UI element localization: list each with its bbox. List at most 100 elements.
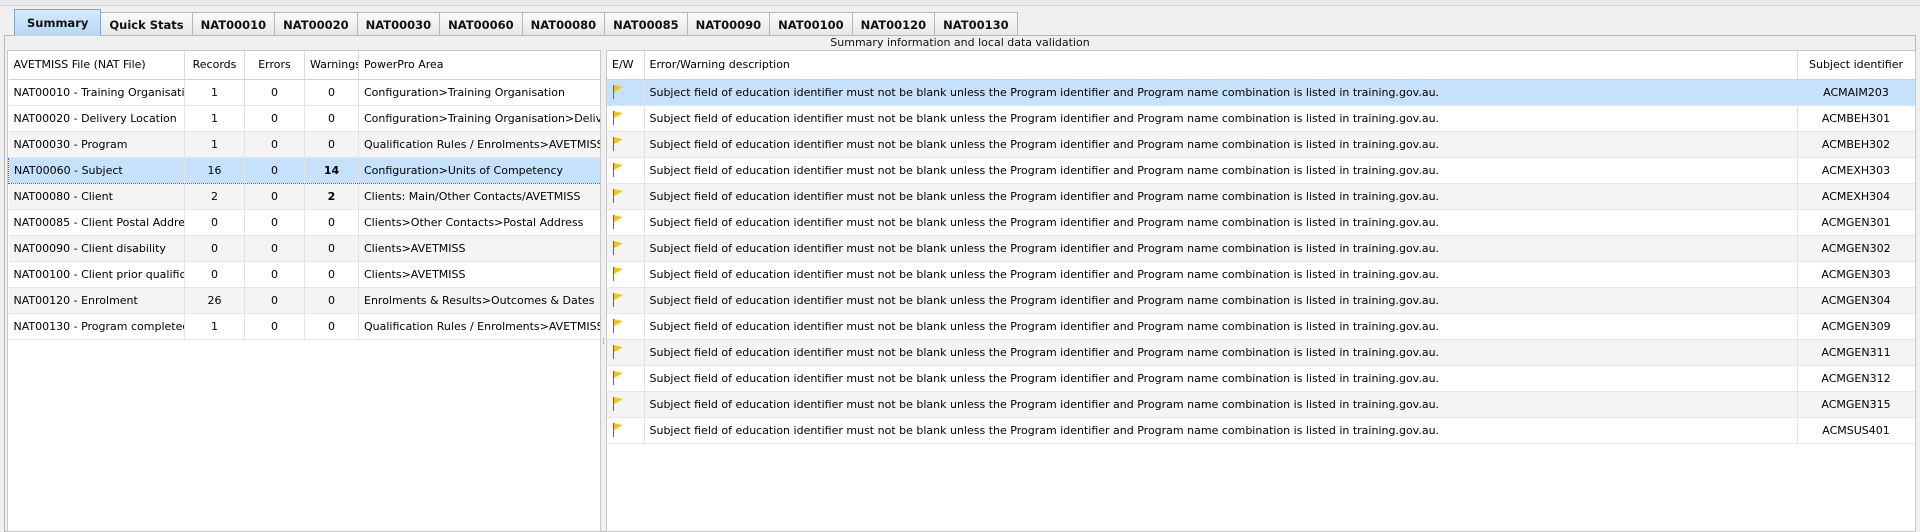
nat-file-summary-grid[interactable]: AVETMISS File (NAT File) Records Errors … — [7, 50, 601, 532]
table-row[interactable]: Subject field of education identifier mu… — [607, 131, 1915, 158]
description-cell: Subject field of education identifier mu… — [644, 183, 1798, 210]
records-cell: 0 — [184, 235, 245, 262]
col-header-description[interactable]: Error/Warning description — [644, 51, 1798, 80]
tab-nat00090[interactable]: NAT00090 — [686, 12, 771, 36]
description-cell: Subject field of education identifier mu… — [644, 365, 1798, 392]
file-cell: NAT00020 - Delivery Location — [8, 105, 185, 132]
warnings-cell: 2 — [304, 183, 359, 210]
col-header-file[interactable]: AVETMISS File (NAT File) — [8, 51, 185, 80]
subject-cell: ACMEXH303 — [1797, 157, 1915, 184]
col-header-subject[interactable]: Subject identifier — [1797, 51, 1915, 80]
table-row[interactable]: NAT00130 - Program completed 1 0 0 Quali… — [8, 313, 600, 340]
tab-nat00030[interactable]: NAT00030 — [356, 12, 441, 36]
tab-nat00085[interactable]: NAT00085 — [604, 12, 688, 36]
table-row-selected[interactable]: Subject field of education identifier mu… — [607, 79, 1915, 106]
subject-cell: ACMGEN302 — [1797, 235, 1915, 262]
table-row[interactable]: Subject field of education identifier mu… — [607, 365, 1915, 392]
records-cell: 26 — [184, 287, 245, 314]
table-row[interactable]: NAT00085 - Client Postal Address 0 0 0 C… — [8, 209, 600, 236]
table-row[interactable]: Subject field of education identifier mu… — [607, 261, 1915, 288]
description-cell: Subject field of education identifier mu… — [644, 287, 1798, 314]
table-row[interactable]: NAT00120 - Enrolment 26 0 0 Enrolments &… — [8, 287, 600, 314]
table-row[interactable]: Subject field of education identifier mu… — [607, 105, 1915, 132]
col-header-area[interactable]: PowerPro Area — [358, 51, 600, 80]
file-cell: NAT00085 - Client Postal Address — [8, 209, 185, 236]
table-row[interactable]: Subject field of education identifier mu… — [607, 287, 1915, 314]
errors-cell: 0 — [244, 79, 305, 106]
validation-messages-grid[interactable]: E/W Error/Warning description Subject id… — [606, 50, 1916, 532]
errors-cell: 0 — [244, 105, 305, 132]
description-cell: Subject field of education identifier mu… — [644, 339, 1798, 366]
tab-nat00010[interactable]: NAT00010 — [191, 12, 276, 36]
file-cell: NAT00080 - Client — [8, 183, 185, 210]
tab-summary[interactable]: Summary — [14, 9, 102, 36]
warning-flag-icon — [612, 85, 624, 99]
area-cell: Clients>AVETMISS — [358, 261, 600, 288]
file-cell: NAT00090 - Client disability — [8, 235, 185, 262]
table-row[interactable]: Subject field of education identifier mu… — [607, 313, 1915, 340]
table-row[interactable]: NAT00030 - Program 1 0 0 Qualification R… — [8, 131, 600, 158]
tab-nat00130[interactable]: NAT00130 — [934, 12, 1018, 36]
description-cell: Subject field of education identifier mu… — [644, 235, 1798, 262]
table-row[interactable]: Subject field of education identifier mu… — [607, 157, 1915, 184]
ew-cell — [607, 183, 645, 210]
warnings-cell: 0 — [304, 209, 359, 236]
file-cell: NAT00100 - Client prior qualification — [8, 261, 185, 288]
subject-cell: ACMGEN311 — [1797, 339, 1915, 366]
warning-flag-icon — [612, 189, 624, 203]
table-row[interactable]: Subject field of education identifier mu… — [607, 183, 1915, 210]
col-header-records[interactable]: Records — [184, 51, 245, 80]
warning-flag-icon — [612, 111, 624, 125]
col-header-warnings[interactable]: Warnings — [304, 51, 359, 80]
warning-flag-icon — [612, 345, 624, 359]
area-cell: Clients>Other Contacts>Postal Address — [358, 209, 600, 236]
table-row[interactable]: NAT00080 - Client 2 0 2 Clients: Main/Ot… — [8, 183, 600, 210]
errors-cell: 0 — [244, 131, 305, 158]
subject-cell: ACMEXH304 — [1797, 183, 1915, 210]
errors-cell: 0 — [244, 235, 305, 262]
description-cell: Subject field of education identifier mu… — [644, 131, 1798, 158]
tab-nat00060[interactable]: NAT00060 — [439, 12, 523, 36]
table-row-selected[interactable]: NAT00060 - Subject 16 0 14 Configuration… — [8, 156, 600, 184]
subject-cell: ACMBEH301 — [1797, 105, 1915, 132]
description-cell: Subject field of education identifier mu… — [644, 261, 1798, 288]
warning-flag-icon — [612, 397, 624, 411]
summary-header-row: AVETMISS File (NAT File) Records Errors … — [8, 51, 600, 80]
file-cell: NAT00030 - Program — [8, 131, 185, 158]
subject-cell: ACMAIM203 — [1797, 79, 1915, 106]
file-cell: NAT00130 - Program completed — [8, 313, 185, 340]
ew-cell — [607, 157, 645, 184]
table-row[interactable]: Subject field of education identifier mu… — [607, 209, 1915, 236]
records-cell: 2 — [184, 183, 245, 210]
table-row[interactable]: NAT00010 - Training Organisation 1 0 0 C… — [8, 79, 600, 106]
table-row[interactable]: Subject field of education identifier mu… — [607, 391, 1915, 418]
subject-cell: ACMGEN315 — [1797, 391, 1915, 418]
tab-nat00020[interactable]: NAT00020 — [274, 12, 358, 36]
tab-quick-stats[interactable]: Quick Stats — [100, 12, 193, 36]
col-header-errors[interactable]: Errors — [244, 51, 305, 80]
records-cell: 1 — [184, 131, 245, 158]
col-header-ew[interactable]: E/W — [607, 51, 645, 80]
summary-panel: Summary information and local data valid… — [4, 35, 1916, 532]
table-row[interactable]: Subject field of education identifier mu… — [607, 339, 1915, 366]
table-row[interactable]: Subject field of education identifier mu… — [607, 417, 1915, 444]
ew-cell — [607, 391, 645, 418]
description-cell: Subject field of education identifier mu… — [644, 105, 1798, 132]
area-cell: Qualification Rules / Enrolments>AVETMIS… — [358, 313, 600, 340]
ew-cell — [607, 209, 645, 236]
warnings-cell: 0 — [304, 131, 359, 158]
tab-nat00120[interactable]: NAT00120 — [851, 12, 936, 36]
warnings-cell: 14 — [304, 156, 359, 184]
warning-flag-icon — [612, 371, 624, 385]
table-row[interactable]: NAT00090 - Client disability 0 0 0 Clien… — [8, 235, 600, 262]
description-cell: Subject field of education identifier mu… — [644, 391, 1798, 418]
file-cell: NAT00120 - Enrolment — [8, 287, 185, 314]
tab-nat00100[interactable]: NAT00100 — [769, 12, 853, 36]
subject-cell: ACMGEN301 — [1797, 209, 1915, 236]
records-cell: 0 — [184, 261, 245, 288]
table-row[interactable]: NAT00100 - Client prior qualification 0 … — [8, 261, 600, 288]
table-row[interactable]: Subject field of education identifier mu… — [607, 235, 1915, 262]
records-cell: 1 — [184, 105, 245, 132]
table-row[interactable]: NAT00020 - Delivery Location 1 0 0 Confi… — [8, 105, 600, 132]
tab-nat00080[interactable]: NAT00080 — [521, 12, 606, 36]
